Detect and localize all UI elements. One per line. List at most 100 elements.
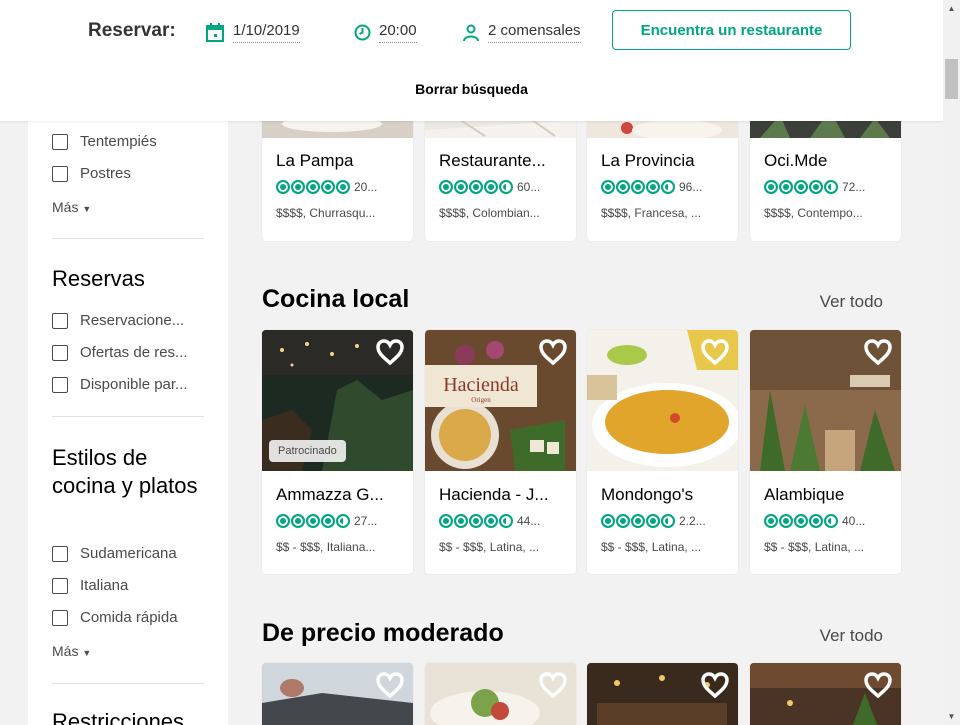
- reservar-label: Reservar:: [88, 20, 176, 41]
- clear-search-label[interactable]: Borrar búsqueda: [415, 81, 528, 97]
- clock-icon: [354, 24, 371, 41]
- filter-ofertas[interactable]: Ofertas de res...: [52, 344, 188, 361]
- restaurant-card[interactable]: Oci.Mde 72... $$$$, Contempo...: [750, 100, 901, 241]
- rating-bubble: [276, 180, 290, 194]
- restaurant-card[interactable]: Mondongo's 2.2... $$ - $$$, Latina, ...: [587, 330, 738, 574]
- checkbox[interactable]: [52, 545, 68, 562]
- time-value[interactable]: 20:00: [379, 22, 417, 43]
- rating-bubble: [439, 514, 453, 528]
- review-count: 2.2...: [679, 514, 706, 528]
- checkbox[interactable]: [52, 312, 68, 329]
- filter-tentempies[interactable]: Tentempiés: [52, 133, 157, 150]
- review-count: 60...: [517, 180, 541, 194]
- checkbox[interactable]: [52, 133, 68, 150]
- restaurant-card[interactable]: [750, 663, 901, 725]
- find-restaurant-button[interactable]: Encuentra un restaurante: [612, 10, 851, 50]
- heart-icon[interactable]: [538, 671, 568, 699]
- checkbox[interactable]: [52, 165, 68, 182]
- rating-bubble: [646, 514, 660, 528]
- rating: 27...: [276, 514, 377, 528]
- heart-icon[interactable]: [375, 338, 405, 366]
- restaurant-name[interactable]: Alambique: [764, 485, 889, 505]
- scroll-down-arrow-icon[interactable]: ▼: [943, 708, 960, 725]
- filter-sudamericana[interactable]: Sudamericana: [52, 545, 177, 562]
- date-picker[interactable]: 1/10/2019: [205, 22, 300, 43]
- checkbox[interactable]: [52, 344, 68, 361]
- see-all-link[interactable]: Ver todo: [820, 626, 883, 646]
- rating-bubble: [794, 180, 808, 194]
- divider: [52, 238, 204, 239]
- restaurant-meta: $$ - $$$, Latina, ...: [439, 540, 540, 554]
- heart-icon[interactable]: [863, 671, 893, 699]
- restaurant-name[interactable]: Mondongo's: [601, 485, 726, 505]
- filter-label: Disponible par...: [80, 376, 188, 393]
- date-value[interactable]: 1/10/2019: [233, 22, 300, 43]
- restaurant-name[interactable]: Hacienda - J...: [439, 485, 564, 505]
- rating-bubble: [336, 180, 350, 194]
- restaurant-name[interactable]: La Provincia: [601, 151, 726, 171]
- rating-bubble: [824, 180, 838, 194]
- rating-bubble: [601, 180, 615, 194]
- rating: 44...: [439, 514, 540, 528]
- rating-bubble: [661, 514, 675, 528]
- rating-bubble: [824, 514, 838, 528]
- restaurant-card[interactable]: [262, 663, 413, 725]
- review-count: 40...: [842, 514, 866, 528]
- filter-disponible[interactable]: Disponible par...: [52, 376, 188, 393]
- restaurant-card[interactable]: Hacienda Origen Hacienda - J... 44... $$…: [425, 330, 576, 574]
- scrollbar[interactable]: ▲ ▼: [943, 0, 960, 725]
- heart-icon[interactable]: [700, 338, 730, 366]
- restaurant-card[interactable]: La Provincia 96... $$$$, Francesa, ...: [587, 100, 738, 241]
- filter-postres[interactable]: Postres: [52, 165, 131, 182]
- checkbox[interactable]: [52, 577, 68, 594]
- filter-label: Postres: [80, 165, 131, 182]
- guests-value[interactable]: 2 comensales: [488, 22, 581, 43]
- rating-bubble: [454, 180, 468, 194]
- restaurant-card[interactable]: Patrocinado Ammazza G... 27... $$ - $$$,…: [262, 330, 413, 574]
- restaurant-name[interactable]: Ammazza G...: [276, 485, 401, 505]
- more-link[interactable]: Más ▼: [52, 643, 91, 659]
- restaurant-card[interactable]: La Pampa 20... $$$$, Churrasqu...: [262, 100, 413, 241]
- filter-italiana[interactable]: Italiana: [52, 577, 128, 594]
- restaurant-card[interactable]: [587, 663, 738, 725]
- review-count: 96...: [679, 180, 703, 194]
- cocina-heading: Estilos de cocina y platos: [52, 445, 198, 498]
- rating-bubble: [291, 514, 305, 528]
- restaurant-card[interactable]: Restaurante... 60... $$$$, Colombian...: [425, 100, 576, 241]
- clear-search-link[interactable]: Borrar búsqueda: [0, 81, 943, 97]
- rating-bubble: [809, 180, 823, 194]
- rating-bubble: [499, 180, 513, 194]
- rating-bubble: [764, 514, 778, 528]
- restaurant-name[interactable]: Restaurante...: [439, 151, 564, 171]
- rating-bubble: [484, 180, 498, 194]
- time-picker[interactable]: 20:00: [354, 22, 417, 43]
- checkbox[interactable]: [52, 376, 68, 393]
- restaurant-card[interactable]: Alambique 40... $$ - $$$, Latina, ...: [750, 330, 901, 574]
- heart-icon[interactable]: [375, 671, 405, 699]
- scrollbar-thumb[interactable]: [945, 59, 958, 99]
- heart-icon[interactable]: [700, 671, 730, 699]
- restaurant-name[interactable]: La Pampa: [276, 151, 401, 171]
- heart-icon[interactable]: [538, 338, 568, 366]
- restaurant-name[interactable]: Oci.Mde: [764, 151, 889, 171]
- restaurant-card[interactable]: [425, 663, 576, 725]
- heart-icon[interactable]: [863, 338, 893, 366]
- rating-bubble: [779, 514, 793, 528]
- filter-reservaciones[interactable]: Reservacione...: [52, 312, 184, 329]
- filter-comida-rapida[interactable]: Comida rápida: [52, 609, 178, 626]
- filter-label: Reservacione...: [80, 312, 185, 329]
- checkbox[interactable]: [52, 609, 68, 626]
- rating: 2.2...: [601, 514, 706, 528]
- reservas-heading: Reservas: [52, 266, 145, 291]
- more-link[interactable]: Más ▼: [52, 199, 91, 215]
- rating-bubble: [616, 180, 630, 194]
- see-all-link[interactable]: Ver todo: [820, 292, 883, 312]
- more-label: Más: [52, 199, 79, 215]
- rating-bubble: [454, 514, 468, 528]
- scroll-up-arrow-icon[interactable]: ▲: [943, 0, 960, 17]
- rating-bubble: [631, 180, 645, 194]
- rating-bubble: [764, 180, 778, 194]
- guests-picker[interactable]: 2 comensales: [462, 22, 581, 43]
- divider: [52, 416, 204, 417]
- restaurant-meta: $$$$, Francesa, ...: [601, 206, 702, 220]
